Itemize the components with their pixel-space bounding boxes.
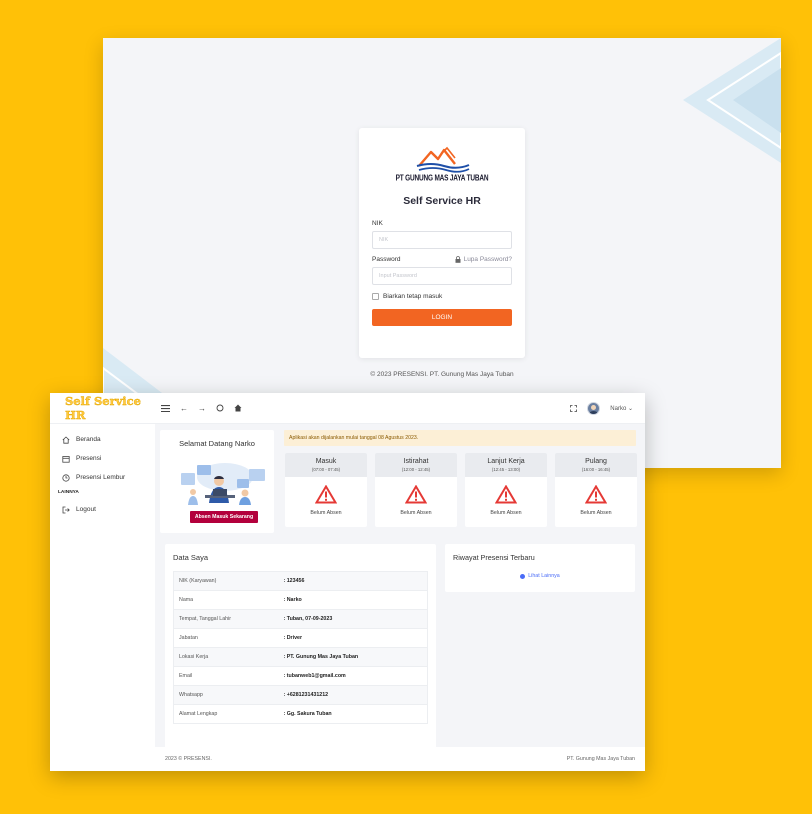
user-avatar[interactable] <box>587 401 601 415</box>
sidebar-item-label: Presensi <box>76 455 102 462</box>
table-row: Jabatan: Driver <box>173 628 428 648</box>
sidebar-item-presensi[interactable]: Presensi <box>50 449 155 468</box>
decor-diamonds-top-right <box>683 38 781 163</box>
user-name: Narko <box>610 405 627 412</box>
attendance-status: Belum Absen <box>490 510 522 516</box>
warning-icon <box>585 485 607 504</box>
warning-icon <box>315 485 337 504</box>
table-row: NIK (Karyawan): 123456 <box>173 571 428 591</box>
attendance-name: Istirahat <box>403 458 429 465</box>
login-card: PT GUNUNG MAS JAYA TUBAN Self Service HR… <box>359 128 525 358</box>
attendance-status: Belum Absen <box>310 510 342 516</box>
home-icon[interactable] <box>234 404 242 412</box>
attendance-card-masuk: Masuk (07:00 - 07:45) Belum Absen <box>285 453 367 527</box>
table-row: Lokasi Kerja: PT. Gunung Mas Jaya Tuban <box>173 647 428 667</box>
table-row: Email: tubanweb1@gmail.com <box>173 666 428 686</box>
user-menu[interactable]: Narko ⌄ <box>610 405 633 412</box>
attendance-status: Belum Absen <box>580 510 612 516</box>
attendance-card-pulang: Pulang (16:00 - 16:45) Belum Absen <box>555 453 637 527</box>
password-label-row: Password Lupa Password? <box>372 256 512 263</box>
sidebar-item-label: Beranda <box>76 436 101 443</box>
attendance-time: (07:00 - 07:45) <box>311 467 341 472</box>
attendance-name: Lanjut Kerja <box>487 458 525 465</box>
brand-logo[interactable]: Self Service HR <box>50 394 155 422</box>
login-button[interactable]: LOGIN <box>372 309 512 326</box>
password-input[interactable]: Input Password <box>372 267 512 285</box>
riwayat-title: Riwayat Presensi Terbaru <box>453 553 535 562</box>
sidebar-item-label: Presensi Lembur <box>76 474 126 481</box>
welcome-card: Selamat Datang Narko Absen Masuk Sekaran… <box>160 430 274 533</box>
attendance-status: Belum Absen <box>400 510 432 516</box>
riwayat-card: Riwayat Presensi Terbaru Lihat Lainnya <box>445 544 635 592</box>
warning-icon <box>405 485 427 504</box>
nik-input[interactable]: NIK <box>372 231 512 249</box>
refresh-icon[interactable] <box>216 404 224 412</box>
attendance-card-lanjut-kerja: Lanjut Kerja (12:45 - 13:00) Belum Absen <box>465 453 547 527</box>
sidebar-item-beranda[interactable]: Beranda <box>50 430 155 449</box>
clock-icon <box>62 473 70 482</box>
table-row: Nama: Narko <box>173 590 428 610</box>
calendar-icon <box>62 455 70 463</box>
remember-checkbox[interactable] <box>372 293 379 300</box>
lock-icon <box>455 256 461 263</box>
remember-me-row[interactable]: Biarkan tetap masuk <box>372 293 512 300</box>
remember-label: Biarkan tetap masuk <box>383 293 443 300</box>
dashboard-screenshot: Self Service HR ← → Narko ⌄ Beranda Pres… <box>50 393 645 771</box>
sidebar-item-logout[interactable]: Logout <box>50 500 155 519</box>
info-icon <box>520 573 526 579</box>
attendance-card-istirahat: Istirahat (12:00 - 12:45) Belum Absen <box>375 453 457 527</box>
login-title: Self Service HR <box>403 195 481 207</box>
password-label: Password <box>372 256 401 263</box>
forgot-password-link[interactable]: Lupa Password? <box>455 256 512 263</box>
footer-left: 2023 © PRESENSI. <box>165 756 212 762</box>
table-row: Alamat Lengkap: Gg. Sakura Tuban <box>173 704 428 724</box>
forward-arrow-icon[interactable]: → <box>198 404 206 413</box>
nik-label: NIK <box>372 220 383 227</box>
login-copyright: © 2023 PRESENSI. PT. Gunung Mas Jaya Tub… <box>370 371 514 378</box>
logout-icon <box>62 506 70 513</box>
table-row: Whatsapp: +6281231431212 <box>173 685 428 705</box>
attendance-time: (12:00 - 12:45) <box>401 467 431 472</box>
sidebar-section-header: LAINNYA <box>58 490 79 495</box>
mountain-logo-icon <box>416 146 470 173</box>
company-logo: PT GUNUNG MAS JAYA TUBAN <box>372 144 512 183</box>
main-content: Selamat Datang Narko Absen Masuk Sekaran… <box>155 424 645 771</box>
welcome-title: Selamat Datang Narko <box>179 439 255 448</box>
footer-right: PT. Gunung Mas Jaya Tuban <box>566 756 635 762</box>
attendance-name: Pulang <box>585 458 607 465</box>
lihat-lainnya-link[interactable]: Lihat Lainnya <box>445 573 635 579</box>
fullscreen-icon[interactable] <box>570 404 578 412</box>
attendance-time: (16:00 - 16:45) <box>581 467 611 472</box>
top-bar: Self Service HR ← → Narko ⌄ <box>50 393 645 424</box>
logo-text: PT GUNUNG MAS JAYA TUBAN <box>395 174 489 183</box>
data-saya-card: Data Saya NIK (Karyawan): 123456 Nama: N… <box>165 544 436 767</box>
table-row: Tempat, Tanggal Lahir: Tuban, 07-09-2023 <box>173 609 428 629</box>
home-icon <box>62 435 70 444</box>
menu-icon[interactable] <box>161 404 170 412</box>
absen-masuk-button[interactable]: Absen Masuk Sekarang <box>190 511 258 523</box>
sidebar: Beranda Presensi Presensi Lembur LAINNYA… <box>50 424 155 771</box>
chevron-down-icon: ⌄ <box>627 405 633 412</box>
attendance-name: Masuk <box>315 458 337 465</box>
data-saya-title: Data Saya <box>173 553 209 562</box>
footer: 2023 © PRESENSI. PT. Gunung Mas Jaya Tub… <box>155 747 645 771</box>
workspace-illustration <box>181 463 265 505</box>
sidebar-item-presensi-lembur[interactable]: Presensi Lembur <box>50 468 155 487</box>
back-arrow-icon[interactable]: ← <box>180 404 188 413</box>
sidebar-item-label: Logout <box>76 506 96 513</box>
warning-icon <box>495 485 517 504</box>
attendance-time: (12:45 - 13:00) <box>491 467 521 472</box>
notice-banner: Aplikasi akan dijalankan mulai tanggal 0… <box>284 430 636 446</box>
data-saya-table: NIK (Karyawan): 123456 Nama: Narko Tempa… <box>173 571 428 724</box>
